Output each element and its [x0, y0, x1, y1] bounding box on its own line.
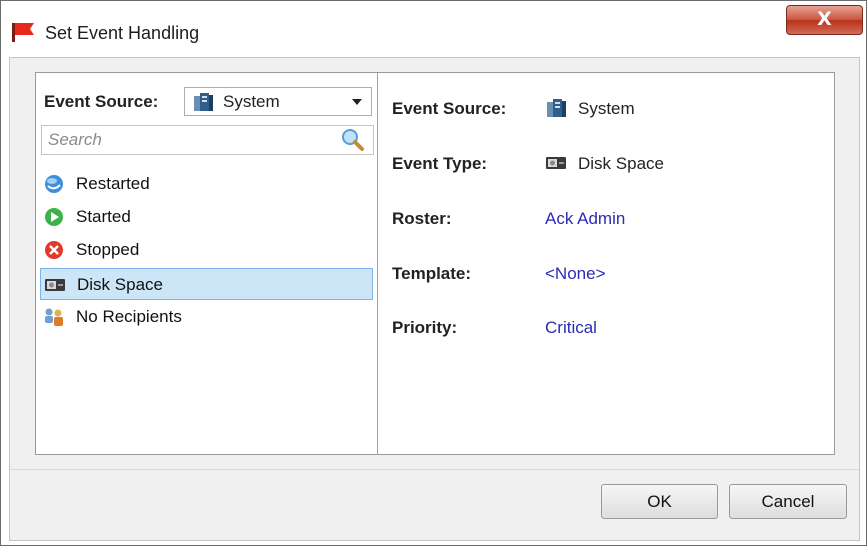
list-item[interactable]: Stopped: [40, 234, 373, 266]
dialog-window: Set Event Handling X Event Source: Syste…: [0, 0, 867, 546]
window-title: Set Event Handling: [45, 23, 200, 43]
event-label: Disk Space: [77, 275, 163, 294]
cancel-button[interactable]: Cancel: [729, 484, 847, 519]
priority-link[interactable]: Critical: [545, 318, 597, 338]
play-icon: [45, 208, 63, 226]
details-panel: Event Source: System Event Type: Disk Sp…: [378, 73, 834, 454]
detail-template-label: Template:: [392, 264, 472, 283]
close-button[interactable]: X: [786, 5, 863, 35]
list-item[interactable]: Disk Space: [40, 268, 373, 300]
restart-globe-icon: [45, 175, 63, 193]
red-flag-icon: [12, 23, 34, 42]
detail-event-type-value: Disk Space: [578, 154, 664, 173]
roster-link[interactable]: Ack Admin: [545, 209, 625, 229]
detail-event-type-label: Event Type:: [392, 154, 488, 173]
users-icon: [45, 308, 63, 326]
event-label: No Recipients: [76, 307, 182, 326]
search-box[interactable]: [41, 125, 374, 155]
panels-container: Event Source: System Search Restarted St…: [35, 72, 835, 455]
event-list-panel: Event Source: System Search Restarted St…: [36, 73, 378, 454]
template-link[interactable]: <None>: [545, 264, 606, 284]
event-label: Started: [76, 207, 131, 226]
server-icon: [194, 93, 213, 111]
list-item[interactable]: Restarted: [40, 168, 373, 200]
event-label: Restarted: [76, 174, 150, 193]
server-icon: [547, 99, 566, 117]
event-source-dropdown[interactable]: System: [184, 87, 372, 116]
search-input[interactable]: [42, 126, 338, 154]
event-source-selected: System: [223, 92, 280, 111]
stop-x-icon: [45, 241, 63, 259]
detail-event-source-label: Event Source:: [392, 99, 507, 118]
disk-drive-icon: [45, 279, 65, 291]
detail-roster-label: Roster:: [392, 209, 452, 228]
disk-drive-icon: [546, 157, 566, 169]
list-item[interactable]: No Recipients: [40, 301, 373, 333]
title-bar: Set Event Handling X: [1, 1, 866, 56]
list-item[interactable]: Started: [40, 201, 373, 233]
chevron-down-icon: [352, 99, 362, 105]
detail-event-source-value: System: [578, 99, 635, 118]
event-label: Stopped: [76, 240, 140, 259]
event-source-label: Event Source:: [44, 92, 159, 111]
detail-priority-label: Priority:: [392, 318, 458, 337]
ok-button[interactable]: OK: [601, 484, 718, 519]
search-icon[interactable]: [340, 128, 366, 152]
footer-divider: [10, 469, 859, 470]
